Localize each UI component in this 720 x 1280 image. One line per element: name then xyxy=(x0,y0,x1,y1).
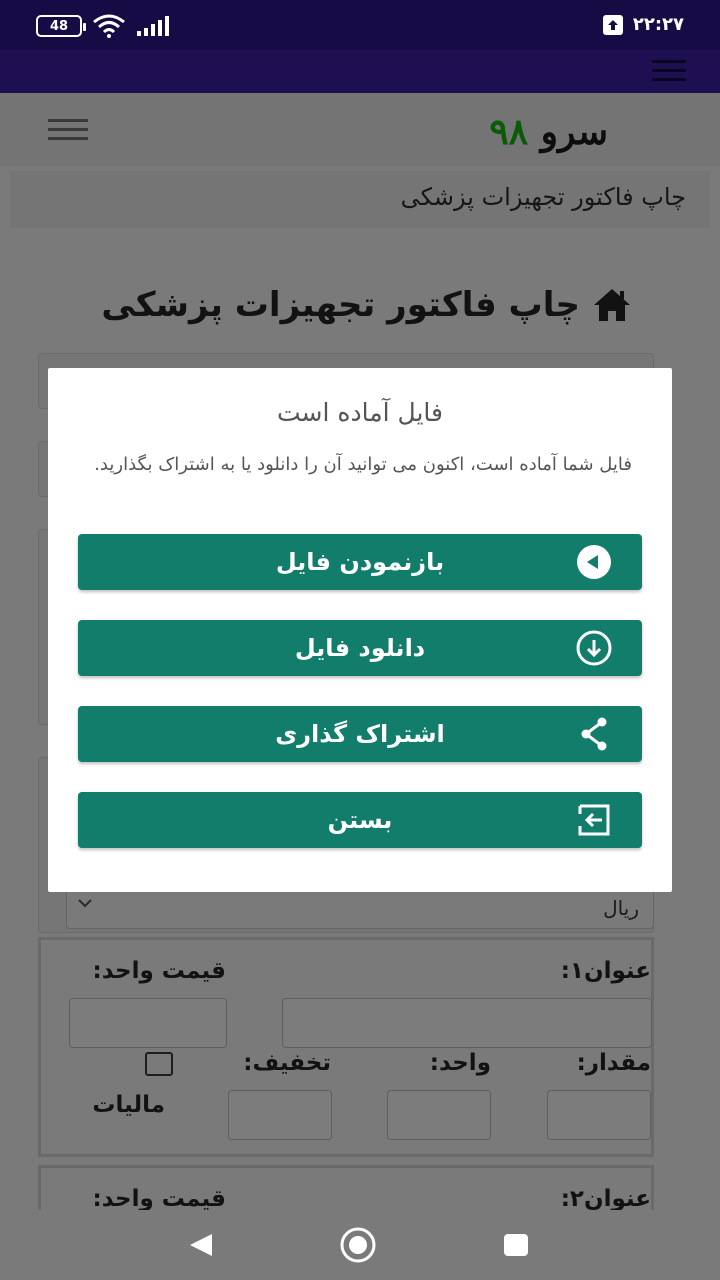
status-right: ۲۲:۲۷ xyxy=(602,14,684,35)
status-bar: 48 ۲۲:۲۷ xyxy=(0,0,720,50)
signal-icon xyxy=(137,16,169,36)
item-title-label: عنوان۱: xyxy=(560,958,651,984)
page-title-text: چاپ فاکتور تجهیزات پزشکی xyxy=(101,285,580,325)
item-title-input[interactable] xyxy=(282,998,652,1048)
tax-label: مالیات xyxy=(92,1092,165,1118)
item-discount-input[interactable] xyxy=(228,1090,332,1140)
home-icon[interactable] xyxy=(592,287,632,323)
download-file-button[interactable]: دانلود فایل xyxy=(78,620,642,676)
item-price-label: قیمت واحد: xyxy=(92,1186,226,1210)
close-label: بستن xyxy=(327,806,393,834)
back-nav-icon[interactable] xyxy=(186,1232,214,1258)
chevron-down-icon xyxy=(78,899,92,908)
breadcrumb: چاپ فاکتور تجهیزات پزشکی xyxy=(10,171,710,228)
logo-number: ۹۸ xyxy=(489,111,529,153)
currency-selected: ریال xyxy=(603,896,639,920)
download-file-label: دانلود فایل xyxy=(294,634,426,662)
share-icon xyxy=(581,717,607,751)
status-left: 48 xyxy=(36,14,170,38)
wifi-icon xyxy=(93,14,125,38)
item-title-label: عنوان۲: xyxy=(560,1186,651,1210)
share-label: اشتراک گذاری xyxy=(275,720,445,748)
dialog-message: فایل شما آماده است، اکنون می توانید آن ر… xyxy=(94,454,632,475)
item-card: عنوان۱: قیمت واحد: مقدار: واحد: تخفیف: م… xyxy=(38,937,654,1157)
item-card: عنوان۲: قیمت واحد: xyxy=(38,1165,654,1210)
item-price-label: قیمت واحد: xyxy=(92,958,226,984)
download-circle-icon xyxy=(576,630,612,666)
recents-nav-icon[interactable] xyxy=(502,1232,530,1258)
dialog-title: فایل آماده است xyxy=(277,398,443,427)
exit-icon xyxy=(578,804,610,836)
item-qty-input[interactable] xyxy=(547,1090,651,1140)
open-file-label: بازنمودن فایل xyxy=(275,548,445,576)
tax-checkbox[interactable] xyxy=(145,1052,173,1076)
home-nav-icon[interactable] xyxy=(339,1226,377,1264)
play-circle-icon xyxy=(577,545,611,579)
app-bar xyxy=(0,50,720,93)
item-qty-label: مقدار: xyxy=(576,1050,651,1076)
site-header: سرو ۹۸ xyxy=(0,93,720,166)
share-button[interactable]: اشتراک گذاری xyxy=(78,706,642,762)
item-unit-label: واحد: xyxy=(429,1050,491,1076)
app-menu-icon[interactable] xyxy=(652,60,686,82)
site-logo[interactable]: سرو ۹۸ xyxy=(489,111,608,153)
upload-icon xyxy=(602,14,623,35)
clock: ۲۲:۲۷ xyxy=(632,14,684,35)
item-price-input[interactable] xyxy=(69,998,227,1048)
item-unit-input[interactable] xyxy=(387,1090,491,1140)
file-ready-dialog: فایل آماده است فایل شما آماده است، اکنون… xyxy=(48,368,672,892)
logo-text: سرو xyxy=(540,111,608,153)
hamburger-menu-icon[interactable] xyxy=(48,119,88,141)
battery-level: 48 xyxy=(49,18,69,34)
open-file-button[interactable]: بازنمودن فایل xyxy=(78,534,642,590)
item-discount-label: تخفیف: xyxy=(243,1050,331,1076)
system-nav-bar xyxy=(0,1210,720,1280)
close-button[interactable]: بستن xyxy=(78,792,642,848)
page-title: چاپ فاکتور تجهیزات پزشکی xyxy=(101,285,632,325)
battery-icon: 48 xyxy=(36,15,86,37)
